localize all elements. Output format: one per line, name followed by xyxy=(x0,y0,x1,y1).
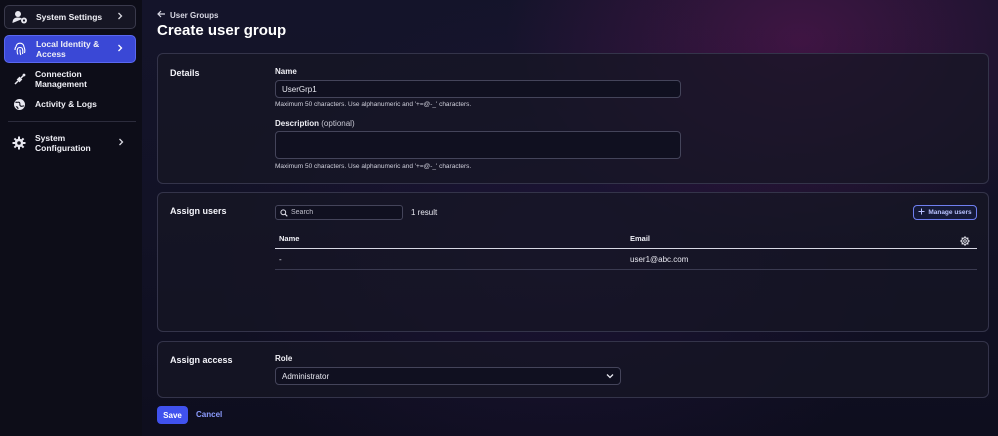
sidebar-item-system-configuration[interactable]: System Configuration xyxy=(4,132,136,154)
sidebar-item-label: Local Identity & Access xyxy=(36,39,100,59)
sidebar-item-local-identity[interactable]: Local Identity & Access xyxy=(4,35,136,63)
cell-name: - xyxy=(279,255,282,264)
cancel-button[interactable]: Cancel xyxy=(196,410,222,419)
user-gear-icon xyxy=(12,9,28,25)
globe-icon xyxy=(11,96,27,112)
table-row[interactable]: - user1@abc.com xyxy=(275,249,977,270)
chevron-down-icon xyxy=(606,372,614,381)
assign-users-card: Assign users 1 result Manage users Name … xyxy=(157,192,989,332)
search-icon xyxy=(280,204,288,222)
assign-access-card: Assign access Role Administrator xyxy=(157,341,989,398)
details-card: Details Name Maximum 50 characters. Use … xyxy=(157,53,989,184)
save-button[interactable]: Save xyxy=(157,406,188,424)
description-field[interactable] xyxy=(275,131,681,159)
sidebar-item-label: Connection Management xyxy=(35,69,87,89)
manage-users-label: Manage users xyxy=(928,209,972,216)
breadcrumb-label: User Groups xyxy=(170,10,219,20)
assign-access-heading: Assign access xyxy=(170,355,233,365)
sidebar-item-connection-management[interactable]: Connection Management xyxy=(4,69,136,89)
chevron-right-icon xyxy=(118,138,130,148)
role-selected-value: Administrator xyxy=(282,371,330,381)
users-table-header: Name Email xyxy=(275,229,977,249)
description-hint: Maximum 50 characters. Use alphanumeric … xyxy=(275,163,472,170)
table-settings-gear-icon[interactable] xyxy=(960,233,970,246)
sidebar-item-label: Activity & Logs xyxy=(35,99,97,109)
sidebar: System Settings Local Identity & Access xyxy=(0,0,142,436)
page-title: Create user group xyxy=(157,22,287,39)
column-header-email[interactable]: Email xyxy=(630,234,650,243)
cell-email: user1@abc.com xyxy=(630,255,689,264)
details-heading: Details xyxy=(170,68,200,78)
fingerprint-icon xyxy=(12,41,28,57)
assign-users-heading: Assign users xyxy=(170,206,227,216)
chevron-right-icon xyxy=(117,44,129,54)
sidebar-item-label: System Settings xyxy=(36,12,103,22)
result-count: 1 result xyxy=(411,208,438,217)
description-label-text: Description xyxy=(275,119,320,128)
role-select[interactable]: Administrator xyxy=(275,367,621,385)
column-header-name[interactable]: Name xyxy=(279,234,299,243)
gear-icon xyxy=(11,135,27,151)
sidebar-divider xyxy=(8,121,136,122)
plus-icon xyxy=(918,208,925,217)
chevron-right-icon xyxy=(117,12,129,22)
arrow-left-icon xyxy=(157,10,166,20)
name-label: Name xyxy=(275,67,297,76)
role-label: Role xyxy=(275,354,293,363)
description-label: Description (optional) xyxy=(275,119,355,128)
breadcrumb-back-link[interactable]: User Groups xyxy=(157,10,218,20)
name-hint: Maximum 50 characters. Use alphanumeric … xyxy=(275,101,472,108)
search-box[interactable] xyxy=(275,205,403,220)
search-input[interactable] xyxy=(291,209,401,216)
manage-users-button[interactable]: Manage users xyxy=(913,205,977,220)
description-optional-text: (optional) xyxy=(321,119,355,128)
sidebar-item-label: System Configuration xyxy=(35,133,91,153)
sidebar-item-activity-logs[interactable]: Activity & Logs xyxy=(4,95,136,113)
name-field[interactable] xyxy=(275,80,681,98)
plug-icon xyxy=(11,71,27,87)
sidebar-item-system-settings[interactable]: System Settings xyxy=(4,5,136,29)
